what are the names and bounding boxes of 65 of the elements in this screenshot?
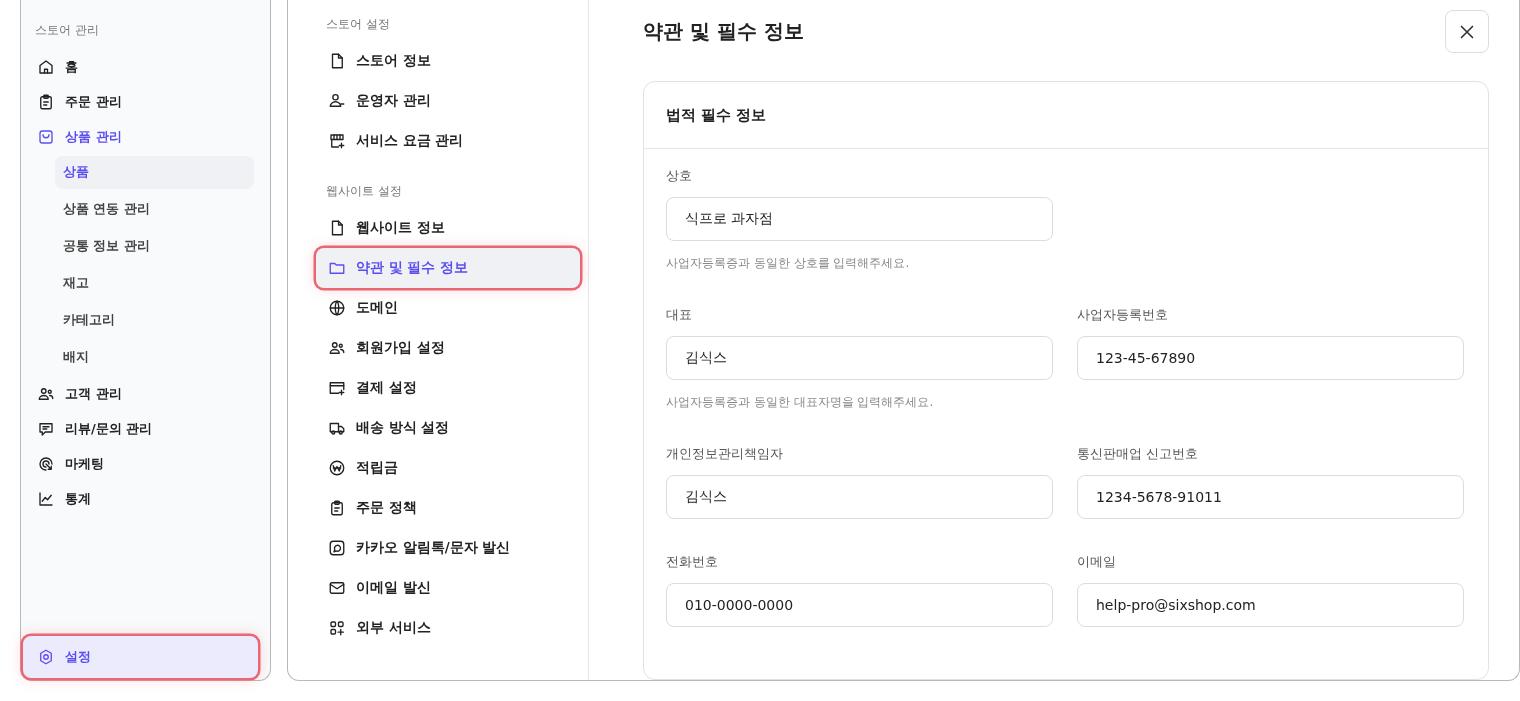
nav-item[interactable]: 공통 정보 관리 bbox=[55, 230, 254, 263]
input-field[interactable]: 김식스 bbox=[666, 475, 1053, 519]
input-field[interactable]: 김식스 bbox=[666, 336, 1053, 380]
nav-item[interactable]: 상품 관리 bbox=[33, 119, 254, 154]
input-field[interactable]: 123-45-67890 bbox=[1077, 336, 1464, 380]
nav-item[interactable]: 통계 bbox=[33, 481, 254, 516]
field-label: 상호 bbox=[666, 167, 693, 185]
nav-item[interactable]: 도메인 bbox=[316, 288, 580, 328]
person-icon bbox=[328, 92, 346, 110]
nav-item[interactable]: 홈 bbox=[33, 49, 254, 84]
card-title: 법적 필수 정보 bbox=[644, 82, 1488, 149]
nav-item[interactable]: 리뷰/문의 관리 bbox=[33, 411, 254, 446]
nav-item[interactable]: 이메일 발신 bbox=[316, 568, 580, 608]
nav-item[interactable]: 배송 방식 설정 bbox=[316, 408, 580, 448]
close-button[interactable] bbox=[1445, 10, 1489, 53]
nav-item[interactable]: 설정 bbox=[23, 636, 258, 678]
nav-item[interactable]: 약관 및 필수 정보 bbox=[316, 248, 580, 288]
input-field[interactable]: 010-0000-0000 bbox=[666, 583, 1053, 627]
field-label: 전화번호 bbox=[666, 553, 719, 571]
input-field[interactable]: 1234-5678-91011 bbox=[1077, 475, 1464, 519]
input-field[interactable]: help-pro@sixshop.com bbox=[1077, 583, 1464, 627]
nav-item[interactable]: 결제 설정 bbox=[316, 368, 580, 408]
people-icon bbox=[328, 339, 346, 357]
field-label: 이메일 bbox=[1077, 553, 1117, 571]
section-label: 스토어 설정 bbox=[326, 16, 391, 33]
nav-item[interactable]: 웹사이트 정보 bbox=[316, 208, 580, 248]
bag-icon bbox=[37, 127, 55, 146]
nav-item[interactable]: 상품 연동 관리 bbox=[55, 193, 254, 226]
envelope-icon bbox=[328, 579, 346, 597]
nav-item[interactable]: 스토어 정보 bbox=[316, 41, 580, 81]
section-label: 스토어 관리 bbox=[35, 22, 100, 39]
nav-item[interactable]: 마케팅 bbox=[33, 446, 254, 481]
help-text: 사업자등록증과 동일한 상호를 입력해주세요. bbox=[666, 255, 911, 272]
target-icon bbox=[37, 454, 55, 473]
field-label: 통신판매업 신고번호 bbox=[1077, 445, 1200, 463]
page-title: 약관 및 필수 정보 bbox=[643, 18, 804, 45]
nav-item[interactable]: 상품 bbox=[55, 156, 254, 189]
nav-item[interactable]: 배지 bbox=[55, 341, 254, 374]
nav-item[interactable]: 회원가입 설정 bbox=[316, 328, 580, 368]
storefront-icon bbox=[328, 132, 346, 150]
clipboard-icon bbox=[328, 499, 346, 517]
nav-item[interactable]: 운영자 관리 bbox=[316, 81, 580, 121]
globe-icon bbox=[328, 299, 346, 317]
line-chart-icon bbox=[37, 489, 55, 508]
nav-item[interactable]: 적립금 bbox=[316, 448, 580, 488]
message-icon bbox=[328, 539, 346, 557]
section-label: 웹사이트 설정 bbox=[326, 183, 403, 200]
input-field[interactable]: 식프로 과자점 bbox=[666, 197, 1053, 241]
settings-icon bbox=[37, 648, 55, 666]
nav-item[interactable]: 고객 관리 bbox=[33, 376, 254, 411]
field-label: 대표 bbox=[666, 306, 693, 324]
help-text: 사업자등록증과 동일한 대표자명을 입력해주세요. bbox=[666, 394, 935, 411]
nav-item[interactable]: 외부 서비스 bbox=[316, 608, 580, 648]
apps-icon bbox=[328, 619, 346, 637]
nav-item[interactable]: 주문 관리 bbox=[33, 84, 254, 119]
clipboard-icon bbox=[37, 92, 55, 111]
coin-icon bbox=[328, 459, 346, 477]
field-label: 사업자등록번호 bbox=[1077, 306, 1169, 324]
nav-item[interactable]: 카카오 알림톡/문자 발신 bbox=[316, 528, 580, 568]
nav-item[interactable]: 재고 bbox=[55, 267, 254, 300]
nav-item[interactable]: 카테고리 bbox=[55, 304, 254, 337]
nav-item[interactable]: 주문 정책 bbox=[316, 488, 580, 528]
field-label: 개인정보관리책임자 bbox=[666, 445, 784, 463]
card-icon bbox=[328, 379, 346, 397]
nav-item[interactable]: 서비스 요금 관리 bbox=[316, 121, 580, 161]
